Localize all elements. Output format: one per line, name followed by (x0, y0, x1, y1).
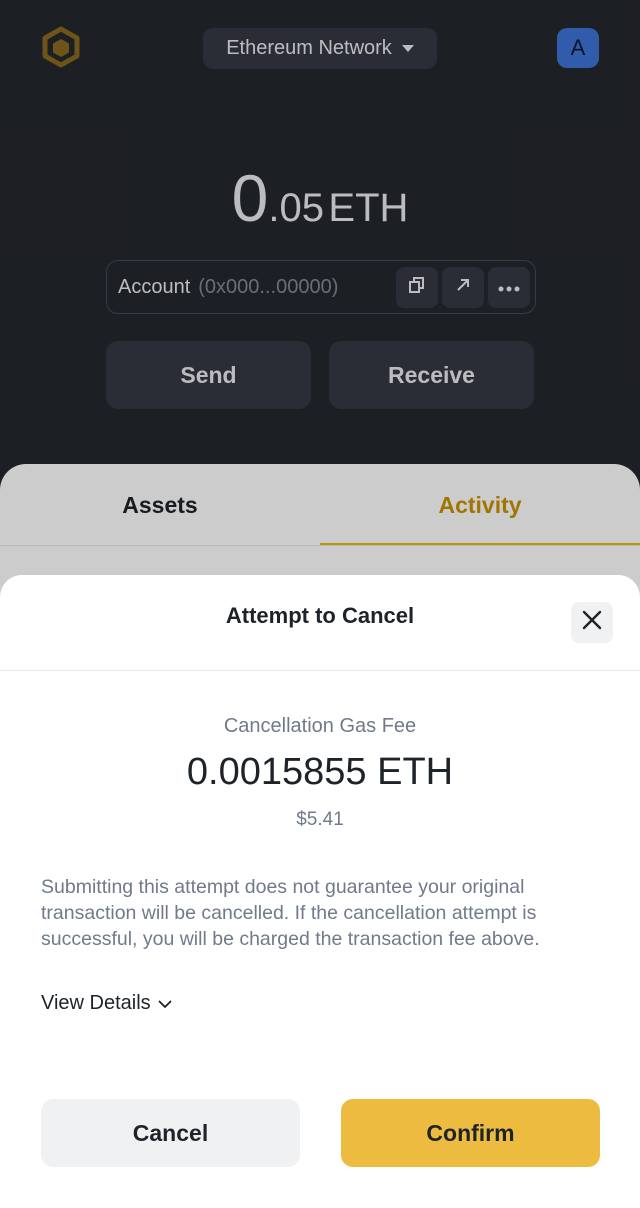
cancellation-disclaimer: Submitting this attempt does not guarant… (41, 876, 540, 950)
sheet-title: Attempt to Cancel (225, 603, 415, 628)
view-details-toggle[interactable]: View Details (41, 992, 172, 1015)
gas-fee-amount: 0.0015855 ETH (186, 751, 454, 793)
cancel-transaction-sheet: Attempt to Cancel Cancellation Gas Fee 0… (0, 575, 640, 1208)
sheet-divider (0, 670, 640, 671)
gas-fee-usd: $5.41 (296, 809, 344, 830)
gas-fee-label: Cancellation Gas Fee (223, 715, 417, 737)
view-details-label: View Details (41, 992, 151, 1014)
close-button[interactable] (571, 602, 613, 643)
close-icon (582, 610, 602, 635)
confirm-button[interactable]: Confirm (341, 1099, 600, 1167)
chevron-down-icon (158, 992, 172, 1015)
cancel-button[interactable]: Cancel (41, 1099, 300, 1167)
